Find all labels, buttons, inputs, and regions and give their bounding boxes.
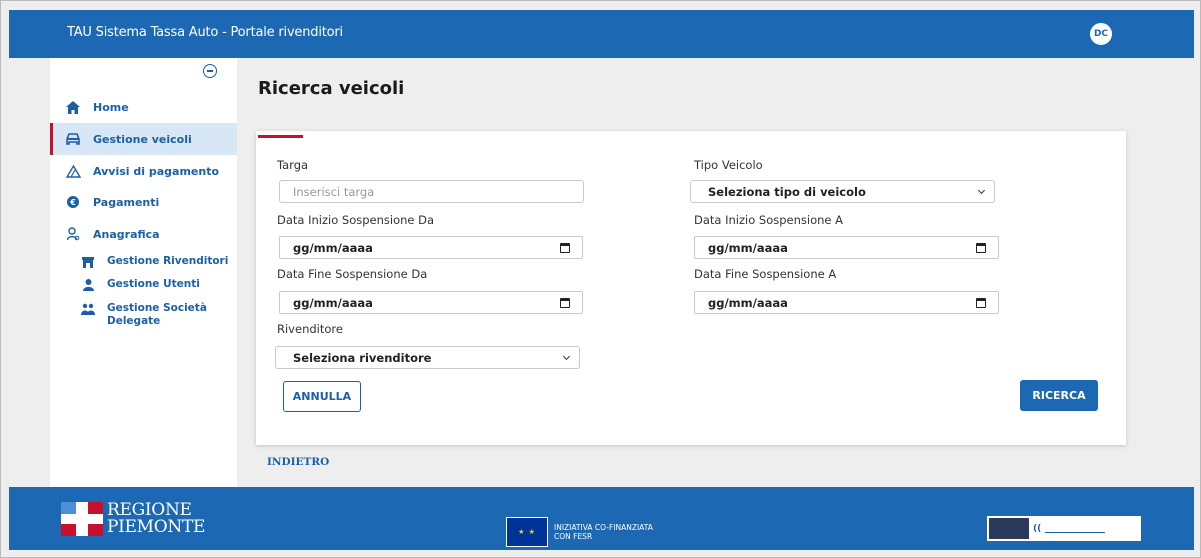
back-link[interactable]: INDIETRO [267, 456, 329, 468]
targa-label: Targa [277, 158, 309, 172]
main-area: Home Gestione veicoli Avvisi di pagament… [9, 58, 1194, 487]
rivenditore-label: Rivenditore [277, 322, 343, 336]
tipo-veicolo-value: Seleziona tipo di veicolo [708, 184, 866, 199]
warning-icon [65, 163, 81, 179]
sidebar-subitem-societa-delegate[interactable]: Gestione Società Delegate [50, 302, 237, 328]
sidebar-subitem-label: Gestione Utenti [107, 278, 200, 290]
collapse-sidebar-icon[interactable] [203, 64, 217, 78]
sidebar-item-anagrafica[interactable]: Anagrafica [50, 218, 237, 250]
title-underline [258, 135, 303, 138]
euro-icon: € [65, 194, 81, 210]
home-icon [65, 99, 81, 115]
partner-logo-mark [989, 518, 1029, 539]
page-title: Ricerca veicoli [258, 78, 405, 99]
shop-icon [81, 255, 95, 269]
rivenditore-select[interactable]: Seleziona rivenditore [275, 346, 580, 369]
sidebar-item-pagamenti[interactable]: € Pagamenti [50, 186, 237, 218]
inizio-da-value: gg/mm/aaaa [293, 240, 373, 255]
svg-text:€: € [69, 198, 76, 207]
sidebar-item-label: Pagamenti [93, 195, 160, 209]
users-icon [81, 302, 95, 316]
targa-input[interactable]: Inserisci targa [279, 180, 584, 203]
fine-da-label: Data Fine Sospensione Da [277, 267, 428, 281]
regione-line2: PIEMONTE [107, 517, 206, 537]
calendar-icon[interactable] [560, 243, 570, 253]
eu-flag-icon: ★ ★ [506, 517, 548, 547]
sidebar-subitem-rivenditori[interactable]: Gestione Rivenditori [50, 255, 237, 269]
rivenditore-value: Seleziona rivenditore [293, 350, 432, 365]
sidebar-item-gestione-veicoli[interactable]: Gestione veicoli [50, 123, 237, 155]
app-window: TAU Sistema Tassa Auto - Portale rivendi… [0, 0, 1201, 558]
calendar-icon[interactable] [976, 243, 986, 253]
footer: REGIONE PIEMONTE ★ ★ INIZIATIVA CO-FINAN… [9, 487, 1194, 550]
partner-logo-line [1045, 532, 1106, 533]
tipo-veicolo-select[interactable]: Seleziona tipo di veicolo [690, 180, 995, 203]
fine-a-label: Data Fine Sospensione A [694, 267, 837, 281]
partner-logo: (( [987, 516, 1141, 541]
partner-logo-symbol: (( [1033, 523, 1042, 534]
sidebar-subitem-utenti[interactable]: Gestione Utenti [50, 278, 237, 292]
inizio-a-label: Data Inizio Sospensione A [694, 213, 844, 227]
sidebar-item-avvisi[interactable]: Avvisi di pagamento [50, 155, 237, 187]
search-button[interactable]: RICERCA [1020, 380, 1098, 411]
inizio-da-date-input[interactable]: gg/mm/aaaa [279, 236, 583, 259]
sidebar-item-label: Home [93, 100, 129, 114]
eu-line2: CON FESR [554, 532, 593, 541]
sidebar-item-label: Gestione veicoli [93, 132, 192, 146]
sidebar-subitem-label: Gestione Rivenditori [107, 255, 229, 267]
cancel-button[interactable]: ANNULLA [283, 381, 361, 412]
chevron-down-icon [562, 352, 571, 361]
sidebar-item-label: Anagrafica [93, 227, 160, 241]
user-initials: DC [1093, 29, 1109, 39]
app-title: TAU Sistema Tassa Auto - Portale rivendi… [67, 25, 343, 40]
eu-fesr-logo: ★ ★ INIZIATIVA CO-FINANZIATA CON FESR [506, 517, 653, 547]
sidebar: Home Gestione veicoli Avvisi di pagament… [50, 58, 237, 487]
calendar-icon[interactable] [976, 298, 986, 308]
sidebar-item-home[interactable]: Home [50, 91, 237, 123]
user-icon [81, 278, 95, 292]
regione-piemonte-logo: REGIONE PIEMONTE [61, 502, 205, 536]
user-search-icon [65, 226, 81, 242]
regione-flag-icon [61, 502, 103, 536]
sidebar-subitem-label: Gestione Società Delegate [107, 302, 207, 327]
fine-da-date-input[interactable]: gg/mm/aaaa [279, 291, 583, 314]
eu-line1: INIZIATIVA CO-FINANZIATA [554, 523, 653, 532]
inizio-a-value: gg/mm/aaaa [708, 240, 788, 255]
search-form-card: Targa Inserisci targa Tipo Veicolo Selez… [256, 131, 1126, 445]
top-bar: TAU Sistema Tassa Auto - Portale rivendi… [9, 10, 1194, 58]
inizio-a-date-input[interactable]: gg/mm/aaaa [694, 236, 999, 259]
fine-a-date-input[interactable]: gg/mm/aaaa [694, 291, 999, 314]
tipo-veicolo-label: Tipo Veicolo [694, 158, 763, 172]
car-icon [65, 131, 81, 147]
calendar-icon[interactable] [560, 298, 570, 308]
sidebar-item-label: Avvisi di pagamento [93, 164, 220, 178]
inizio-da-label: Data Inizio Sospensione Da [277, 213, 435, 227]
fine-da-value: gg/mm/aaaa [293, 295, 373, 310]
user-avatar[interactable]: DC [1090, 23, 1112, 45]
fine-a-value: gg/mm/aaaa [708, 295, 788, 310]
chevron-down-icon [977, 186, 986, 195]
